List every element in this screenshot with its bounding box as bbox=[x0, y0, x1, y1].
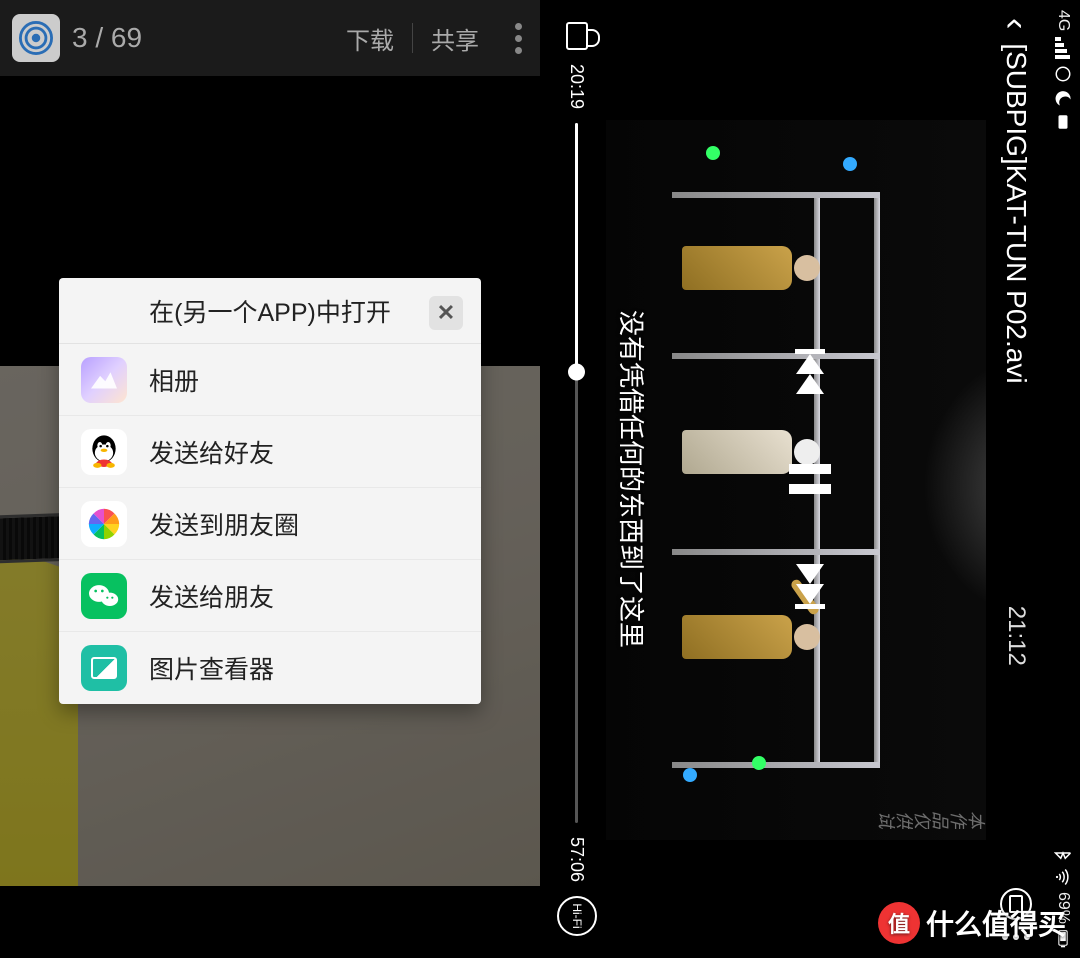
center-controls bbox=[789, 349, 831, 609]
left-topbar: 3 / 69 下载 共享 bbox=[0, 0, 540, 76]
progress-knob[interactable] bbox=[569, 364, 586, 381]
time-total: 57:06 bbox=[567, 837, 588, 882]
badge-text: 什么值得买 bbox=[926, 903, 1066, 943]
app-icon[interactable] bbox=[12, 14, 60, 62]
stage-scene bbox=[652, 192, 880, 768]
back-icon[interactable]: ‹ bbox=[999, 18, 1033, 29]
center-time: 21:12 bbox=[1002, 606, 1030, 666]
download-button[interactable]: 下载 bbox=[328, 21, 412, 56]
moon-icon bbox=[1054, 89, 1072, 107]
progress-fill bbox=[576, 123, 579, 372]
popup-item-label: 相册 bbox=[149, 362, 199, 398]
popup-item-label: 发送给好友 bbox=[149, 434, 274, 470]
popup-item-wechat[interactable]: 发送给朋友 bbox=[59, 560, 481, 632]
image-counter: 3 / 69 bbox=[72, 22, 142, 54]
open-with-popup: 在(另一个APP)中打开 ✕ 相册 发送给好友 bbox=[59, 278, 481, 704]
popup-item-viewer[interactable]: 图片查看器 bbox=[59, 632, 481, 704]
network-label: 4G bbox=[1054, 10, 1072, 31]
hifi-button[interactable]: Hi-Fi bbox=[557, 896, 597, 936]
popup-item-album[interactable]: 相册 bbox=[59, 344, 481, 416]
popup-item-label: 发送给朋友 bbox=[149, 578, 274, 614]
pause-button[interactable] bbox=[789, 464, 831, 494]
popup-item-qq[interactable]: 发送给好友 bbox=[59, 416, 481, 488]
moments-icon bbox=[81, 501, 127, 547]
right-screenshot: 4G 69% ‹ [SUBPIG]KAT-TUN P02.avi 21:12 bbox=[540, 0, 1080, 958]
badge-icon: 值 bbox=[878, 902, 920, 944]
popup-item-moments[interactable]: 发送到朋友圈 bbox=[59, 488, 481, 560]
more-icon[interactable] bbox=[515, 23, 522, 54]
bluetooth-icon bbox=[1054, 844, 1072, 862]
signal-icon bbox=[1056, 37, 1071, 59]
album-icon bbox=[81, 357, 127, 403]
image-viewer-icon bbox=[81, 645, 127, 691]
share-button[interactable]: 共享 bbox=[413, 21, 497, 56]
subtitle-text: 没有凭借任何的东西到了这里 bbox=[614, 0, 651, 958]
bottom-controls: 20:19 57:06 Hi-Fi bbox=[540, 0, 614, 958]
wifi-icon bbox=[1054, 868, 1072, 886]
left-screenshot: 3 / 69 下载 共享 在(另一个APP)中打开 ✕ 相册 发送给好友 bbox=[0, 0, 540, 958]
prev-button[interactable] bbox=[795, 349, 825, 394]
close-icon[interactable]: ✕ bbox=[429, 296, 463, 330]
status-icon bbox=[1054, 65, 1072, 83]
player-titlebar: ‹ [SUBPIG]KAT-TUN P02.avi 21:12 bbox=[986, 0, 1046, 958]
wechat-icon bbox=[81, 573, 127, 619]
popup-item-label: 发送到朋友圈 bbox=[149, 506, 299, 542]
side-watermark: 本作品仅供试 bbox=[606, 806, 986, 832]
popup-header: 在(另一个APP)中打开 ✕ bbox=[59, 278, 481, 344]
lock-icon[interactable] bbox=[566, 22, 588, 50]
time-current: 20:19 bbox=[567, 64, 588, 109]
popup-item-label: 图片查看器 bbox=[149, 650, 274, 686]
status-bar: 4G 69% bbox=[1046, 0, 1080, 958]
video-title: [SUBPIG]KAT-TUN P02.avi bbox=[1000, 43, 1032, 383]
popup-title: 在(另一个APP)中打开 bbox=[149, 293, 391, 329]
progress-bar[interactable] bbox=[576, 123, 579, 823]
video-player-landscape: 4G 69% ‹ [SUBPIG]KAT-TUN P02.avi 21:12 bbox=[540, 0, 1080, 958]
smzdm-watermark: 值 什么值得买 bbox=[878, 902, 1066, 944]
card-icon bbox=[1054, 113, 1072, 131]
qq-icon bbox=[81, 429, 127, 475]
next-button[interactable] bbox=[795, 564, 825, 609]
